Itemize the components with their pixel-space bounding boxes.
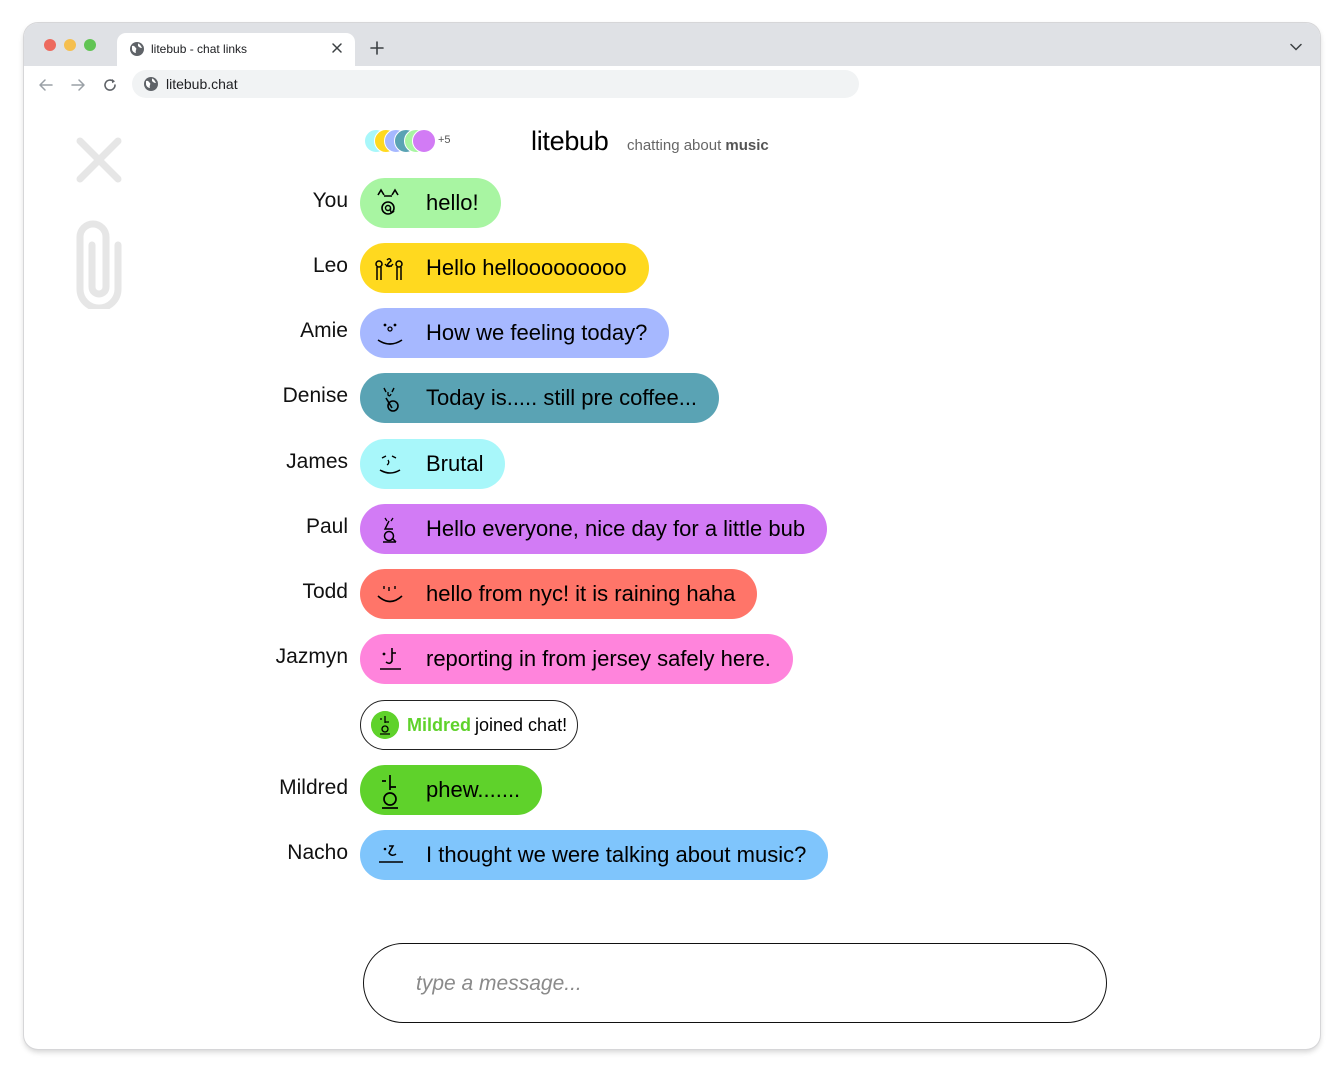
message-text: phew....... <box>426 777 521 802</box>
face-avatar-icon <box>383 387 399 412</box>
browser-toolbar: litebub.chat <box>24 66 1320 104</box>
message-text: hello from nyc! it is raining haha <box>426 581 736 606</box>
message-bubble[interactable]: How we feeling today? <box>360 308 670 358</box>
chat-page: +5 litebub chatting about music You hell… <box>24 104 1320 1049</box>
message-row: Jazmyn reporting in from jersey safely h… <box>24 634 1320 684</box>
message-bubble[interactable]: phew....... <box>360 765 543 815</box>
message-row: Paul Hello everyone, nice day for a litt… <box>24 504 1320 554</box>
message-bubble[interactable]: I thought we were talking about music? <box>360 830 829 880</box>
message-text: I thought we were talking about music? <box>426 842 807 867</box>
sender-name: Paul <box>305 515 348 538</box>
face-avatar-icon <box>375 258 403 280</box>
tab-title: litebub - chat links <box>151 42 248 56</box>
app-logo: litebub <box>531 126 609 156</box>
tab-close-icon[interactable] <box>331 42 343 54</box>
face-avatar-icon <box>377 586 403 603</box>
message-input[interactable] <box>416 966 1056 1002</box>
join-user-name: Mildred <box>407 714 472 735</box>
chevron-down-icon[interactable] <box>1290 43 1302 51</box>
message-text: Brutal <box>426 451 484 476</box>
message-text: reporting in from jersey safely here. <box>426 646 771 671</box>
sender-name: Mildred <box>279 776 348 799</box>
sender-name: Denise <box>282 384 348 407</box>
new-tab-icon[interactable] <box>370 41 384 55</box>
message-row: Todd hello from nyc! it is raining haha <box>24 569 1320 619</box>
avatar <box>412 129 436 153</box>
reload-icon[interactable] <box>102 77 118 93</box>
face-avatar-icon <box>377 188 399 215</box>
message-bubble[interactable]: Hello everyone, nice day for a little bu… <box>360 504 828 554</box>
chat-topic: chatting about music <box>627 137 769 154</box>
sender-name: Leo <box>312 254 348 277</box>
close-icon[interactable] <box>76 137 122 183</box>
message-row: Nacho I thought we were talking about mu… <box>24 830 1320 880</box>
address-url: litebub.chat <box>166 76 238 92</box>
sender-name: Todd <box>302 580 348 603</box>
tab-bar: litebub - chat links <box>24 23 1320 66</box>
face-avatar-icon <box>379 455 401 474</box>
face-avatar-icon <box>377 323 403 345</box>
message-text: How we feeling today? <box>426 320 648 345</box>
participant-extra-count: +5 <box>438 134 451 146</box>
message-row: You hello! <box>24 178 1320 228</box>
window-minimize-button[interactable] <box>64 39 76 51</box>
join-notice-row: Mildred joined chat! <box>24 700 1320 750</box>
join-text: joined chat! <box>475 714 568 735</box>
globe-icon <box>144 77 158 91</box>
sender-name: You <box>312 189 348 212</box>
globe-icon <box>130 42 144 56</box>
message-bubble[interactable]: Hello hellooooooooo <box>360 243 649 293</box>
address-bar[interactable]: litebub.chat <box>132 70 859 98</box>
forward-arrow-icon[interactable] <box>70 77 86 93</box>
message-text: Today is..... still pre coffee... <box>426 385 698 410</box>
browser-window: litebub - chat links litebub.chat +5 lit… <box>24 23 1320 1049</box>
sender-name: James <box>286 450 348 473</box>
message-text: hello! <box>426 190 479 215</box>
join-notice: Mildred joined chat! <box>360 700 579 750</box>
face-avatar-icon <box>371 711 399 739</box>
message-bubble[interactable]: Today is..... still pre coffee... <box>360 373 720 423</box>
message-bubble[interactable]: Brutal <box>360 439 506 489</box>
message-text: Hello everyone, nice day for a little bu… <box>426 516 806 541</box>
face-avatar-icon <box>383 517 397 543</box>
sender-name: Nacho <box>287 841 348 864</box>
window-zoom-button[interactable] <box>84 39 96 51</box>
sender-name: Jazmyn <box>275 645 348 668</box>
message-composer[interactable] <box>363 943 1107 1023</box>
message-bubble[interactable]: hello from nyc! it is raining haha <box>360 569 758 619</box>
message-text: Hello hellooooooooo <box>426 255 627 280</box>
face-avatar-icon <box>379 845 403 863</box>
message-row: Leo Hello hellooooooooo <box>24 243 1320 293</box>
message-bubble[interactable]: reporting in from jersey safely here. <box>360 634 793 684</box>
message-row: Amie How we feeling today? <box>24 308 1320 358</box>
tab-active[interactable]: litebub - chat links <box>117 33 355 66</box>
message-row: James Brutal <box>24 439 1320 489</box>
message-bubble[interactable]: hello! <box>360 178 501 228</box>
face-avatar-icon <box>382 775 398 809</box>
message-row: Mildred phew....... <box>24 765 1320 815</box>
window-close-button[interactable] <box>44 39 56 51</box>
message-row: Denise Today is..... still pre coffee... <box>24 373 1320 423</box>
sender-name: Amie <box>300 319 348 342</box>
face-avatar-icon <box>380 648 401 670</box>
back-arrow-icon[interactable] <box>38 77 54 93</box>
